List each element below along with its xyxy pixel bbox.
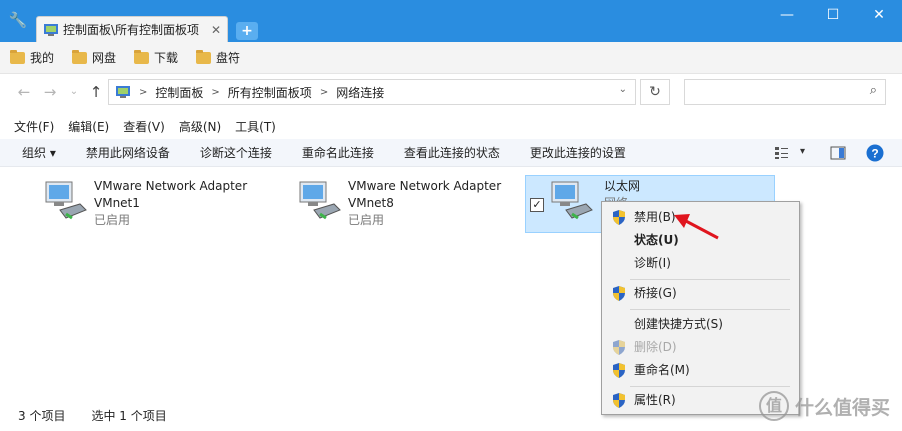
menu-item-diagnose[interactable]: 诊断(I) bbox=[602, 252, 799, 274]
breadcrumb-item[interactable]: 控制面板 bbox=[155, 84, 203, 101]
network-adapter-icon bbox=[45, 181, 87, 220]
menu-bar: 文件(F) 编辑(E) 查看(V) 高级(N) 工具(T) bbox=[0, 114, 902, 138]
list-item-vmnet8[interactable]: VMware Network Adapter VMnet8 已启用 bbox=[296, 176, 526, 234]
up-arrow-icon[interactable]: ↑ bbox=[86, 82, 106, 102]
selection-checkbox[interactable]: ✓ bbox=[530, 198, 544, 212]
address-bar[interactable]: > 控制面板 > 所有控制面板项 > 网络连接 ⌄ bbox=[108, 79, 636, 105]
search-input[interactable]: ⌕ bbox=[684, 79, 886, 105]
command-bar: 组织 ▾ 禁用此网络设备 诊断这个连接 重命名此连接 查看此连接的状态 更改此连… bbox=[0, 139, 902, 167]
adapter-sub: VMnet1 bbox=[94, 196, 140, 210]
tab-title: 控制面板\所有控制面板项 bbox=[63, 23, 200, 37]
change-view-icon[interactable] bbox=[774, 145, 790, 161]
shield-icon bbox=[613, 210, 625, 225]
watermark-logo-icon: 值 bbox=[758, 391, 789, 421]
help-icon[interactable]: ? bbox=[866, 144, 884, 162]
adapter-name: 以太网 bbox=[604, 179, 641, 193]
view-dropdown-icon[interactable]: ▾ bbox=[800, 146, 805, 157]
bookmark-item[interactable]: 我的 bbox=[10, 49, 54, 66]
item-text: VMware Network Adapter VMnet1 已启用 bbox=[94, 178, 247, 229]
organize-button[interactable]: 组织 ▾ bbox=[22, 144, 56, 161]
diagnose-button[interactable]: 诊断这个连接 bbox=[200, 144, 272, 161]
menu-item-create-shortcut[interactable]: 创建快捷方式(S) bbox=[602, 313, 799, 335]
control-panel-icon bbox=[116, 86, 130, 98]
folder-icon bbox=[10, 49, 25, 64]
adapter-status: 已启用 bbox=[348, 213, 385, 227]
shield-icon bbox=[613, 363, 625, 378]
svg-text:?: ? bbox=[871, 147, 878, 161]
title-bar: 🔧 控制面板\所有控制面板项 ✕ + — ☐ ✕ bbox=[0, 0, 902, 42]
chevron-right-icon: > bbox=[139, 86, 148, 98]
close-window-button[interactable]: ✕ bbox=[856, 0, 902, 32]
bookmark-item[interactable]: 网盘 bbox=[72, 49, 116, 66]
view-status-button[interactable]: 查看此连接的状态 bbox=[404, 144, 500, 161]
wrench-icon[interactable]: 🔧 bbox=[8, 10, 28, 30]
adapter-sub: VMnet8 bbox=[348, 196, 394, 210]
menu-separator bbox=[630, 279, 790, 280]
preview-pane-icon[interactable] bbox=[830, 145, 846, 161]
navigation-row: ← → ⌄ ↑ > 控制面板 > 所有控制面板项 > 网络连接 ⌄ ↻ ⌕ bbox=[0, 74, 902, 110]
watermark-text: 什么值得买 bbox=[794, 396, 890, 419]
chevron-right-icon: > bbox=[319, 86, 329, 98]
list-item-vmnet1[interactable]: VMware Network Adapter VMnet1 已启用 bbox=[42, 176, 272, 234]
recent-chevron-icon[interactable]: ⌄ bbox=[64, 82, 84, 102]
menu-edit[interactable]: 编辑(E) bbox=[68, 118, 109, 135]
menu-advanced[interactable]: 高级(N) bbox=[179, 118, 221, 135]
network-adapter-icon bbox=[551, 181, 593, 220]
adapter-name: VMware Network Adapter bbox=[94, 179, 248, 193]
new-tab-button[interactable]: + bbox=[236, 22, 258, 40]
shield-icon bbox=[613, 340, 625, 355]
folder-icon bbox=[72, 49, 88, 64]
back-arrow-icon[interactable]: ← bbox=[14, 82, 34, 102]
maximize-button[interactable]: ☐ bbox=[810, 0, 856, 32]
bookmarks-bar: 我的 网盘 下载 盘符 bbox=[0, 42, 902, 74]
annotation-arrow-icon bbox=[674, 214, 719, 240]
tab-control-panel[interactable]: 控制面板\所有控制面板项 ✕ bbox=[36, 16, 228, 42]
rename-button[interactable]: 重命名此连接 bbox=[302, 144, 374, 161]
selected-count: 选中 1 个项目 bbox=[91, 409, 167, 423]
adapter-name: VMware Network Adapter bbox=[348, 179, 502, 193]
minimize-button[interactable]: — bbox=[764, 0, 810, 32]
menu-tools[interactable]: 工具(T) bbox=[235, 118, 276, 135]
folder-icon bbox=[196, 49, 212, 64]
bookmark-item[interactable]: 盘符 bbox=[196, 49, 240, 66]
menu-separator bbox=[630, 309, 790, 310]
menu-item-rename[interactable]: 重命名(M) bbox=[602, 359, 799, 381]
menu-separator bbox=[630, 386, 790, 387]
adapter-status: 已启用 bbox=[94, 213, 131, 227]
forward-arrow-icon[interactable]: → bbox=[40, 82, 60, 102]
refresh-button[interactable]: ↻ bbox=[640, 79, 670, 105]
shield-icon bbox=[613, 286, 625, 301]
item-count: 3 个项目 bbox=[18, 409, 66, 423]
menu-file[interactable]: 文件(F) bbox=[14, 118, 54, 135]
chevron-right-icon: > bbox=[211, 86, 220, 98]
network-adapter-icon bbox=[299, 181, 341, 220]
bookmark-item[interactable]: 下载 bbox=[134, 49, 178, 66]
change-settings-button[interactable]: 更改此连接的设置 bbox=[530, 144, 626, 161]
watermark: 值 什么值得买 bbox=[758, 391, 890, 421]
control-panel-icon bbox=[44, 23, 58, 36]
breadcrumb-item[interactable]: 所有控制面板项 bbox=[228, 84, 312, 101]
breadcrumb-item[interactable]: 网络连接 bbox=[336, 84, 384, 101]
menu-view[interactable]: 查看(V) bbox=[123, 118, 165, 135]
close-tab-icon[interactable]: ✕ bbox=[211, 23, 221, 37]
menu-item-bridge[interactable]: 桥接(G) bbox=[602, 282, 799, 304]
item-text: VMware Network Adapter VMnet8 已启用 bbox=[348, 178, 501, 229]
search-icon: ⌕ bbox=[869, 83, 877, 98]
folder-icon bbox=[134, 49, 150, 64]
menu-item-delete: 删除(D) bbox=[602, 336, 799, 358]
disable-device-button[interactable]: 禁用此网络设备 bbox=[86, 144, 170, 161]
chevron-down-icon[interactable]: ⌄ bbox=[619, 84, 627, 95]
